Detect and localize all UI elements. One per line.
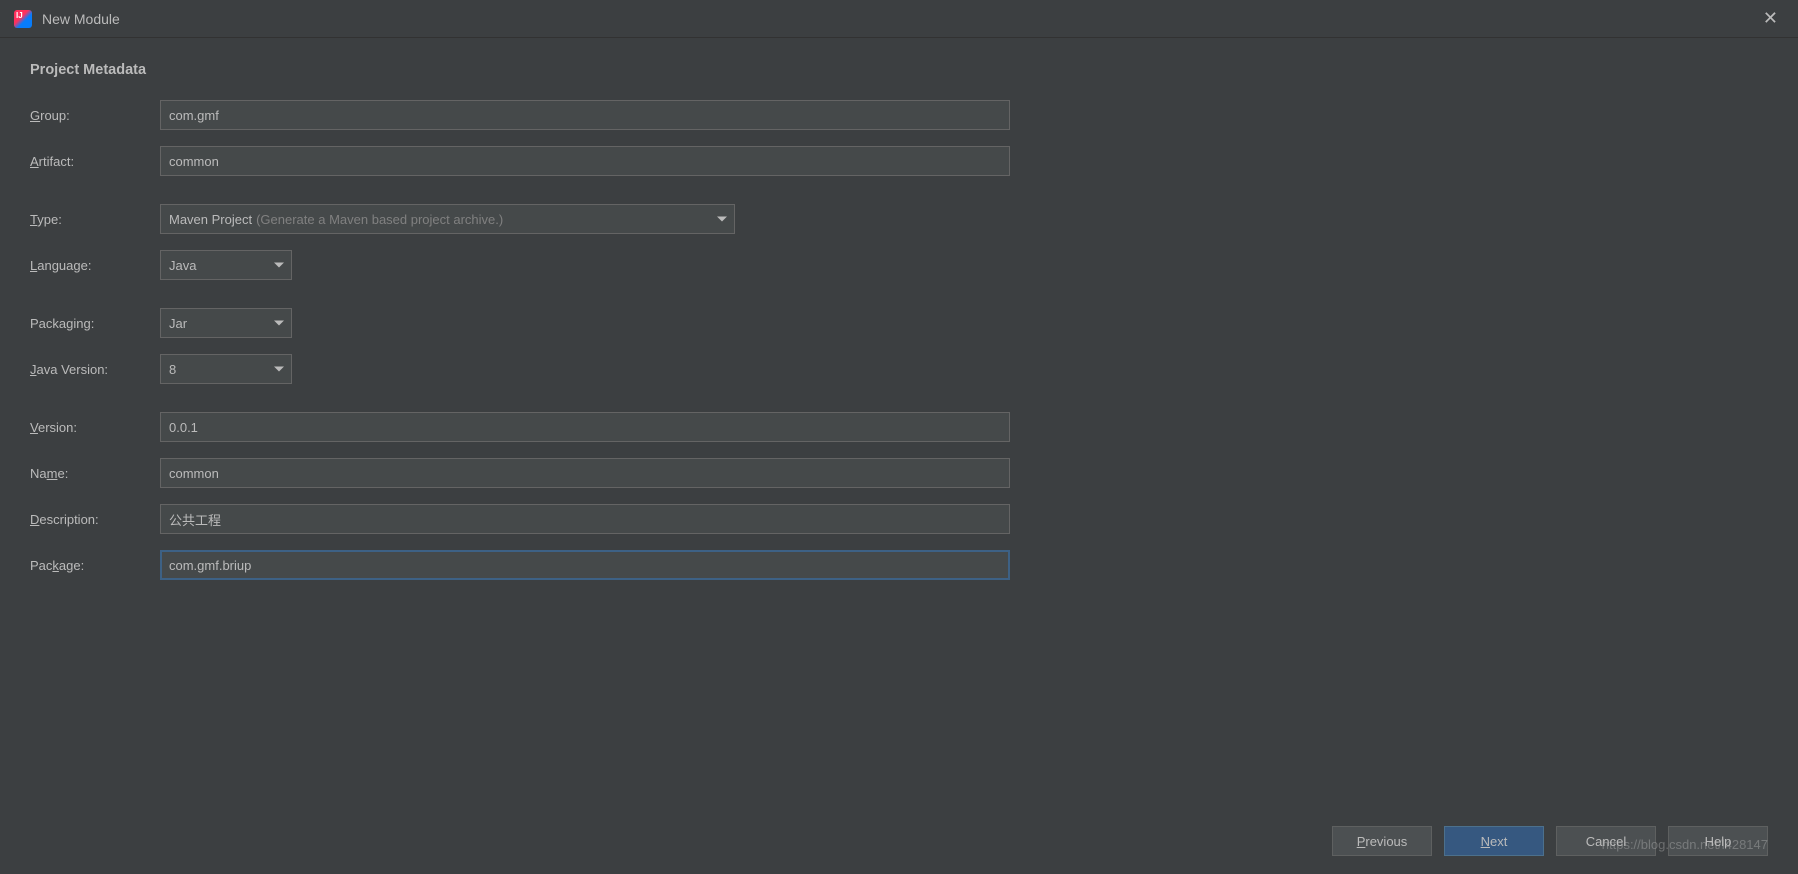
row-language: Language: Java	[30, 250, 1768, 280]
row-name: Name:	[30, 458, 1768, 488]
artifact-input[interactable]	[160, 146, 1010, 176]
section-title: Project Metadata	[30, 62, 1768, 78]
row-package: Package:	[30, 550, 1768, 580]
java-version-value: 8	[169, 362, 176, 377]
next-button[interactable]: Next	[1444, 826, 1544, 856]
label-version: Version:	[30, 420, 160, 435]
chevron-down-icon	[274, 263, 284, 268]
row-java-version: Java Version: 8	[30, 354, 1768, 384]
type-hint: (Generate a Maven based project archive.…	[256, 212, 503, 227]
dialog-content: Project Metadata Group: Artifact: Type: …	[0, 38, 1798, 620]
group-input[interactable]	[160, 100, 1010, 130]
package-input[interactable]	[160, 550, 1010, 580]
label-java-version: Java Version:	[30, 362, 160, 377]
row-packaging: Packaging: Jar	[30, 308, 1768, 338]
label-name: Name:	[30, 466, 160, 481]
previous-button[interactable]: Previous	[1332, 826, 1432, 856]
java-version-select[interactable]: 8	[160, 354, 292, 384]
type-select[interactable]: Maven Project (Generate a Maven based pr…	[160, 204, 735, 234]
packaging-select[interactable]: Jar	[160, 308, 292, 338]
description-input[interactable]	[160, 504, 1010, 534]
label-type: Type:	[30, 212, 160, 227]
label-package: Package:	[30, 558, 160, 573]
row-description: Description:	[30, 504, 1768, 534]
close-icon[interactable]: ✕	[1753, 8, 1788, 29]
row-artifact: Artifact:	[30, 146, 1768, 176]
row-group: Group:	[30, 100, 1768, 130]
version-input[interactable]	[160, 412, 1010, 442]
label-packaging: Packaging:	[30, 316, 160, 331]
language-select[interactable]: Java	[160, 250, 292, 280]
app-icon	[14, 10, 32, 28]
chevron-down-icon	[274, 321, 284, 326]
window-title: New Module	[42, 11, 1753, 27]
row-type: Type: Maven Project (Generate a Maven ba…	[30, 204, 1768, 234]
button-bar: Previous Next Cancel Help	[1332, 826, 1768, 856]
label-group: Group:	[30, 108, 160, 123]
type-value: Maven Project	[169, 212, 252, 227]
row-version: Version:	[30, 412, 1768, 442]
cancel-button[interactable]: Cancel	[1556, 826, 1656, 856]
help-button[interactable]: Help	[1668, 826, 1768, 856]
chevron-down-icon	[717, 217, 727, 222]
titlebar: New Module ✕	[0, 0, 1798, 38]
packaging-value: Jar	[169, 316, 187, 331]
label-description: Description:	[30, 512, 160, 527]
label-artifact: Artifact:	[30, 154, 160, 169]
language-value: Java	[169, 258, 196, 273]
name-input[interactable]	[160, 458, 1010, 488]
label-language: Language:	[30, 258, 160, 273]
chevron-down-icon	[274, 367, 284, 372]
